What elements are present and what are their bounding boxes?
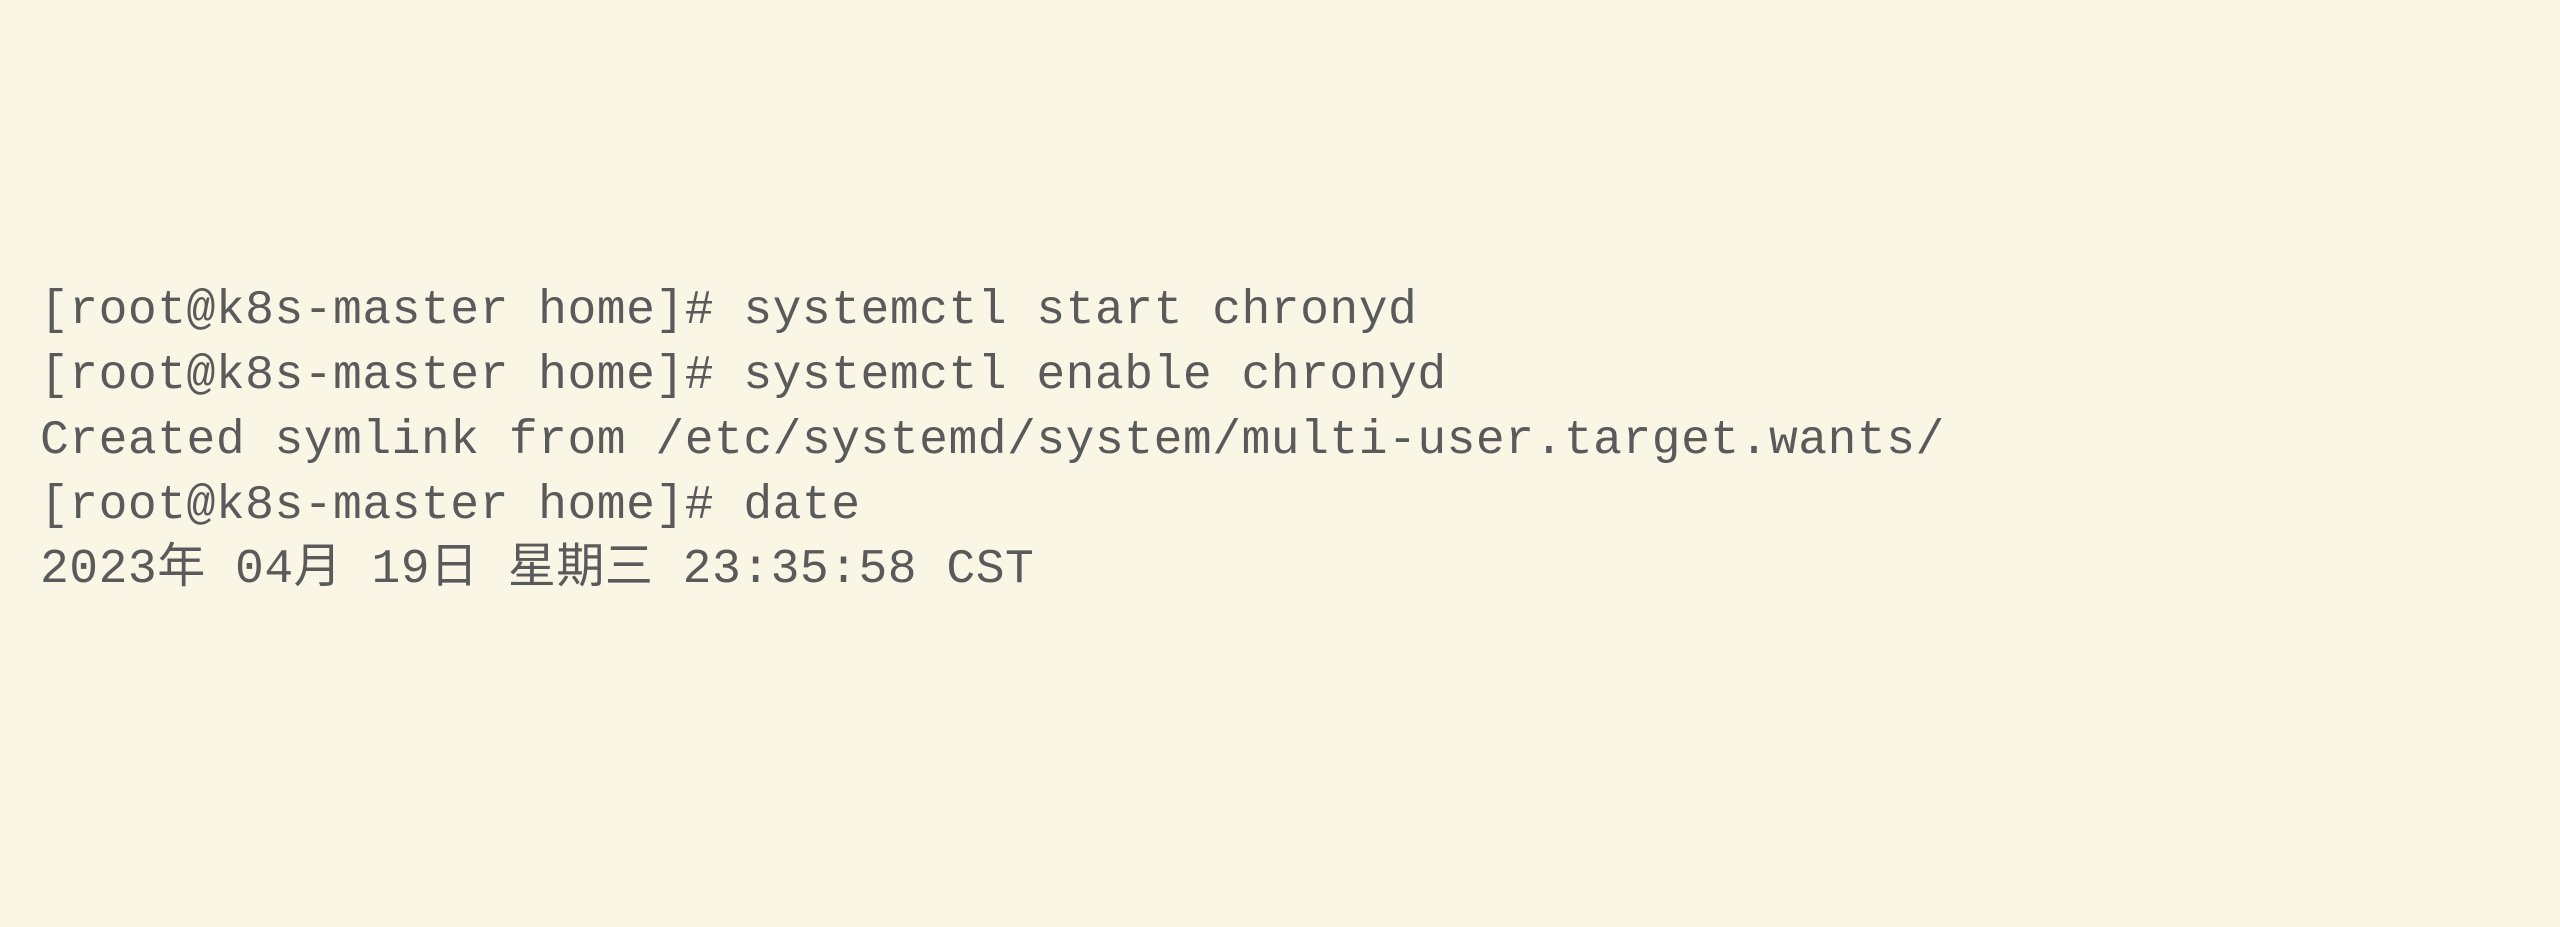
terminal-line: [root@k8s-master home]# date: [40, 474, 2520, 539]
terminal-line: 2023年 04月 19日 星期三 23:35:58 CST: [40, 538, 2520, 603]
terminal-line: Created symlink from /etc/systemd/system…: [40, 409, 2520, 474]
terminal-line: [root@k8s-master home]# systemctl enable…: [40, 344, 2520, 409]
terminal-line: [root@k8s-master home]# systemctl start …: [40, 279, 2520, 344]
